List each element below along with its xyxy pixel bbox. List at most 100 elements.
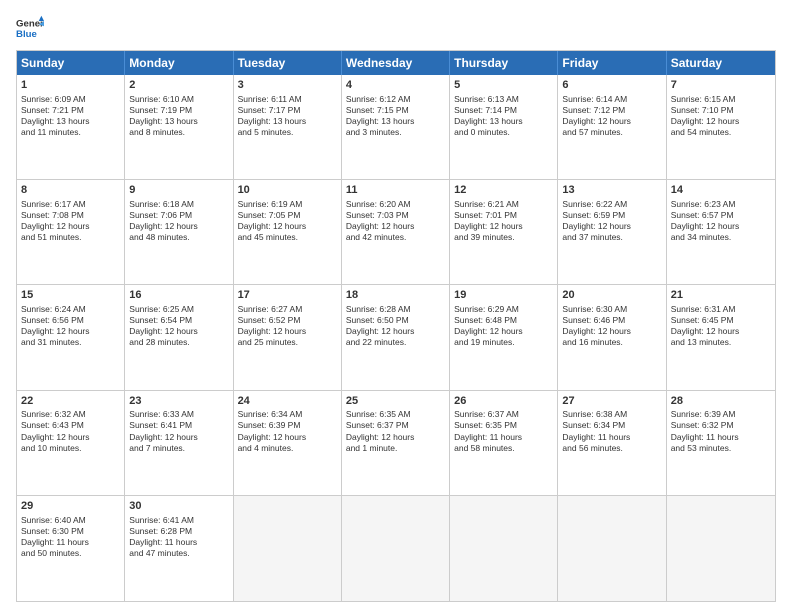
cell-info: Sunrise: 6:32 AM [21,409,120,420]
cell-info: Sunset: 6:28 PM [129,526,228,537]
cell-info: Daylight: 12 hours [129,432,228,443]
cell-info: Sunset: 7:17 PM [238,105,337,116]
day-cell-23: 23Sunrise: 6:33 AMSunset: 6:41 PMDayligh… [125,391,233,495]
cell-info: Daylight: 13 hours [21,116,120,127]
cell-info: and 10 minutes. [21,443,120,454]
day-cell-26: 26Sunrise: 6:37 AMSunset: 6:35 PMDayligh… [450,391,558,495]
day-cell-14: 14Sunrise: 6:23 AMSunset: 6:57 PMDayligh… [667,180,775,284]
calendar-body: 1Sunrise: 6:09 AMSunset: 7:21 PMDaylight… [17,75,775,601]
cell-info: Sunrise: 6:22 AM [562,199,661,210]
cell-info: Sunrise: 6:41 AM [129,515,228,526]
page-header: General Blue [16,14,776,42]
cell-info: and 58 minutes. [454,443,553,454]
cell-info: Sunrise: 6:20 AM [346,199,445,210]
cell-info: Daylight: 12 hours [671,116,771,127]
cell-info: Daylight: 12 hours [21,432,120,443]
cell-info: Daylight: 12 hours [238,432,337,443]
header-day-wednesday: Wednesday [342,51,450,75]
cell-info: and 1 minute. [346,443,445,454]
cell-info: Sunrise: 6:21 AM [454,199,553,210]
empty-cell [667,496,775,601]
day-cell-20: 20Sunrise: 6:30 AMSunset: 6:46 PMDayligh… [558,285,666,389]
cell-info: and 0 minutes. [454,127,553,138]
cell-info: Daylight: 12 hours [454,221,553,232]
cell-info: Sunset: 6:54 PM [129,315,228,326]
cell-info: Sunrise: 6:33 AM [129,409,228,420]
cell-info: Daylight: 11 hours [129,537,228,548]
cell-info: Daylight: 12 hours [238,326,337,337]
cell-info: Sunset: 7:19 PM [129,105,228,116]
cell-info: and 8 minutes. [129,127,228,138]
cell-info: and 13 minutes. [671,337,771,348]
cell-info: Sunrise: 6:19 AM [238,199,337,210]
cell-info: and 11 minutes. [21,127,120,138]
cell-info: and 56 minutes. [562,443,661,454]
cell-info: Sunrise: 6:27 AM [238,304,337,315]
cell-info: Sunrise: 6:13 AM [454,94,553,105]
cell-info: Sunrise: 6:39 AM [671,409,771,420]
day-cell-8: 8Sunrise: 6:17 AMSunset: 7:08 PMDaylight… [17,180,125,284]
header-day-saturday: Saturday [667,51,775,75]
cell-info: Daylight: 11 hours [562,432,661,443]
cell-info: Sunrise: 6:24 AM [21,304,120,315]
cell-info: Sunrise: 6:23 AM [671,199,771,210]
cell-info: Sunset: 7:05 PM [238,210,337,221]
day-cell-12: 12Sunrise: 6:21 AMSunset: 7:01 PMDayligh… [450,180,558,284]
cell-info: and 45 minutes. [238,232,337,243]
cell-info: and 39 minutes. [454,232,553,243]
cell-info: Sunrise: 6:11 AM [238,94,337,105]
cell-info: Daylight: 12 hours [21,326,120,337]
cell-info: Sunrise: 6:30 AM [562,304,661,315]
cell-info: Daylight: 12 hours [562,221,661,232]
calendar-week-1: 1Sunrise: 6:09 AMSunset: 7:21 PMDaylight… [17,75,775,180]
svg-text:Blue: Blue [16,29,37,40]
cell-info: Sunrise: 6:17 AM [21,199,120,210]
cell-info: Sunrise: 6:15 AM [671,94,771,105]
cell-info: Sunrise: 6:34 AM [238,409,337,420]
cell-info: Daylight: 12 hours [346,221,445,232]
cell-info: Daylight: 12 hours [671,326,771,337]
cell-info: Sunset: 6:57 PM [671,210,771,221]
day-cell-9: 9Sunrise: 6:18 AMSunset: 7:06 PMDaylight… [125,180,233,284]
cell-info: Sunrise: 6:29 AM [454,304,553,315]
day-cell-18: 18Sunrise: 6:28 AMSunset: 6:50 PMDayligh… [342,285,450,389]
cell-info: Daylight: 13 hours [129,116,228,127]
empty-cell [450,496,558,601]
cell-info: Sunset: 7:06 PM [129,210,228,221]
day-cell-22: 22Sunrise: 6:32 AMSunset: 6:43 PMDayligh… [17,391,125,495]
cell-info: Daylight: 12 hours [562,116,661,127]
logo-icon: General Blue [16,14,44,42]
cell-info: and 28 minutes. [129,337,228,348]
empty-cell [558,496,666,601]
cell-info: and 47 minutes. [129,548,228,559]
cell-info: and 51 minutes. [21,232,120,243]
cell-info: Sunset: 6:56 PM [21,315,120,326]
cell-info: Sunset: 6:30 PM [21,526,120,537]
calendar-week-2: 8Sunrise: 6:17 AMSunset: 7:08 PMDaylight… [17,180,775,285]
cell-info: Daylight: 12 hours [346,326,445,337]
cell-info: Sunset: 6:35 PM [454,420,553,431]
cell-info: Daylight: 11 hours [454,432,553,443]
calendar-week-5: 29Sunrise: 6:40 AMSunset: 6:30 PMDayligh… [17,496,775,601]
cell-info: Sunrise: 6:35 AM [346,409,445,420]
calendar-week-4: 22Sunrise: 6:32 AMSunset: 6:43 PMDayligh… [17,391,775,496]
cell-info: Sunrise: 6:40 AM [21,515,120,526]
calendar-header: SundayMondayTuesdayWednesdayThursdayFrid… [17,51,775,75]
header-day-tuesday: Tuesday [234,51,342,75]
cell-info: and 25 minutes. [238,337,337,348]
day-cell-17: 17Sunrise: 6:27 AMSunset: 6:52 PMDayligh… [234,285,342,389]
cell-info: Daylight: 13 hours [238,116,337,127]
cell-info: and 3 minutes. [346,127,445,138]
day-cell-29: 29Sunrise: 6:40 AMSunset: 6:30 PMDayligh… [17,496,125,601]
cell-info: Sunset: 6:45 PM [671,315,771,326]
cell-info: Daylight: 11 hours [21,537,120,548]
cell-info: Sunset: 7:15 PM [346,105,445,116]
cell-info: Sunset: 6:34 PM [562,420,661,431]
cell-info: Sunset: 7:08 PM [21,210,120,221]
cell-info: Sunset: 6:37 PM [346,420,445,431]
cell-info: Daylight: 12 hours [129,326,228,337]
calendar-week-3: 15Sunrise: 6:24 AMSunset: 6:56 PMDayligh… [17,285,775,390]
cell-info: and 48 minutes. [129,232,228,243]
cell-info: and 31 minutes. [21,337,120,348]
day-cell-11: 11Sunrise: 6:20 AMSunset: 7:03 PMDayligh… [342,180,450,284]
